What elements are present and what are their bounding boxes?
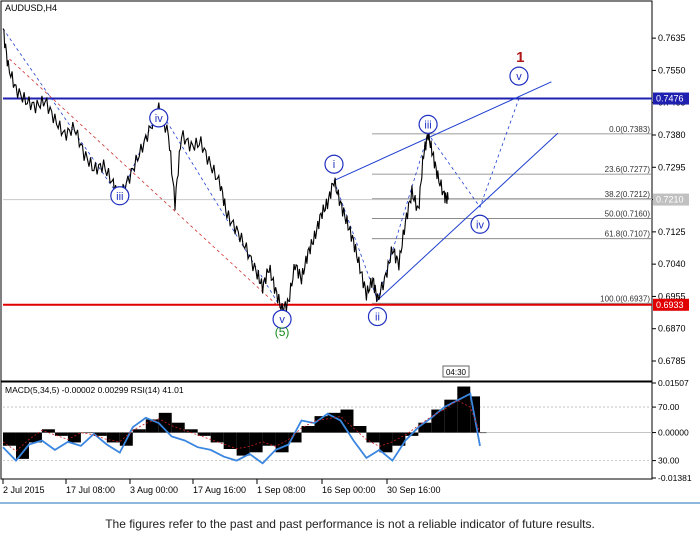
chart: 0.76350.75500.74650.73800.72950.72100.71… [0, 0, 700, 504]
macd-tick-label: 0.00000 [658, 428, 689, 438]
macd-histogram-bar [41, 429, 55, 433]
price-tick-label: 0.6870 [658, 324, 686, 334]
macd-histogram-bar [366, 432, 380, 443]
macd-tick-label: 0.01507 [658, 378, 689, 388]
price-tick-label: 0.7635 [658, 33, 686, 43]
x-tick-label: 30 Sep 16:00 [387, 485, 441, 495]
price-tick-label: 0.7040 [658, 259, 686, 269]
wave-label: (5) [275, 325, 290, 339]
price-tick-label: 0.6785 [658, 356, 686, 366]
rsi-tick-label: 70.00 [658, 402, 680, 412]
wave-label: 1 [516, 49, 524, 66]
macd-histogram-bar [353, 425, 367, 433]
wave-label: ii [375, 312, 380, 324]
macd-histogram-bar [236, 432, 250, 456]
macd-histogram-bar [480, 432, 487, 434]
fib-level-label: 23.6(0.7277) [605, 165, 651, 174]
wave-label: iv [155, 113, 163, 125]
price-tick-label: 0.7125 [658, 227, 686, 237]
support-label: 0.6933 [656, 300, 684, 310]
macd-histogram-bar [171, 422, 185, 433]
macd-histogram-bar [301, 425, 315, 433]
macd-tick-label: -0.01381 [658, 473, 692, 483]
indicator-title: MACD(5,34,5) -0.00002 0.00299 RSI(14) 41… [5, 385, 184, 395]
macd-histogram-bar [132, 429, 146, 433]
x-tick-label: 16 Sep 00:00 [322, 485, 376, 495]
macd-histogram-bar [262, 432, 276, 446]
disclaimer: The figures refer to the past and past p… [105, 517, 595, 531]
x-tick-label: 17 Jul 08:00 [66, 485, 115, 495]
macd-histogram-bar [3, 432, 16, 446]
wave-label: iii [116, 191, 123, 203]
chart-title: AUDUSD,H4 [5, 3, 57, 13]
main-panel-frame [0, 0, 653, 382]
macd-histogram-bar [457, 386, 471, 433]
current-price-label: 0.7210 [656, 195, 684, 205]
rsi-tick-label: 30.00 [658, 456, 680, 466]
macd-histogram-bar [223, 432, 237, 450]
wave-label: v [516, 71, 522, 83]
price-tick-label: 0.7550 [658, 65, 686, 75]
fib-level-label: 38.2(0.7212) [605, 190, 651, 199]
wave-label: iii [424, 119, 431, 131]
time-label: 04:30 [446, 368, 467, 377]
price-tick-label: 0.7380 [658, 130, 686, 140]
x-tick-label: 17 Aug 16:00 [193, 485, 246, 495]
x-tick-label: 3 Aug 00:00 [130, 485, 178, 495]
resistance-label: 0.7476 [656, 94, 684, 104]
macd-histogram-bar [418, 422, 432, 433]
macd-histogram-bar [184, 429, 198, 433]
fib-level-label: 61.8(0.7107) [605, 230, 651, 239]
x-tick-label: 2 Jul 2015 [3, 485, 45, 495]
wave-label: i [333, 159, 335, 171]
macd-histogram-bar [379, 432, 393, 453]
wave-label: iv [476, 219, 484, 231]
fib-level-label: 50.0(0.7160) [605, 210, 651, 219]
fib-level-label: 100.0(0.6937) [600, 294, 650, 303]
fib-level-label: 0.0(0.7383) [609, 125, 650, 134]
macd-histogram-bar [210, 432, 224, 443]
price-tick-label: 0.7295 [658, 162, 686, 172]
x-tick-label: 1 Sep 08:00 [257, 485, 306, 495]
